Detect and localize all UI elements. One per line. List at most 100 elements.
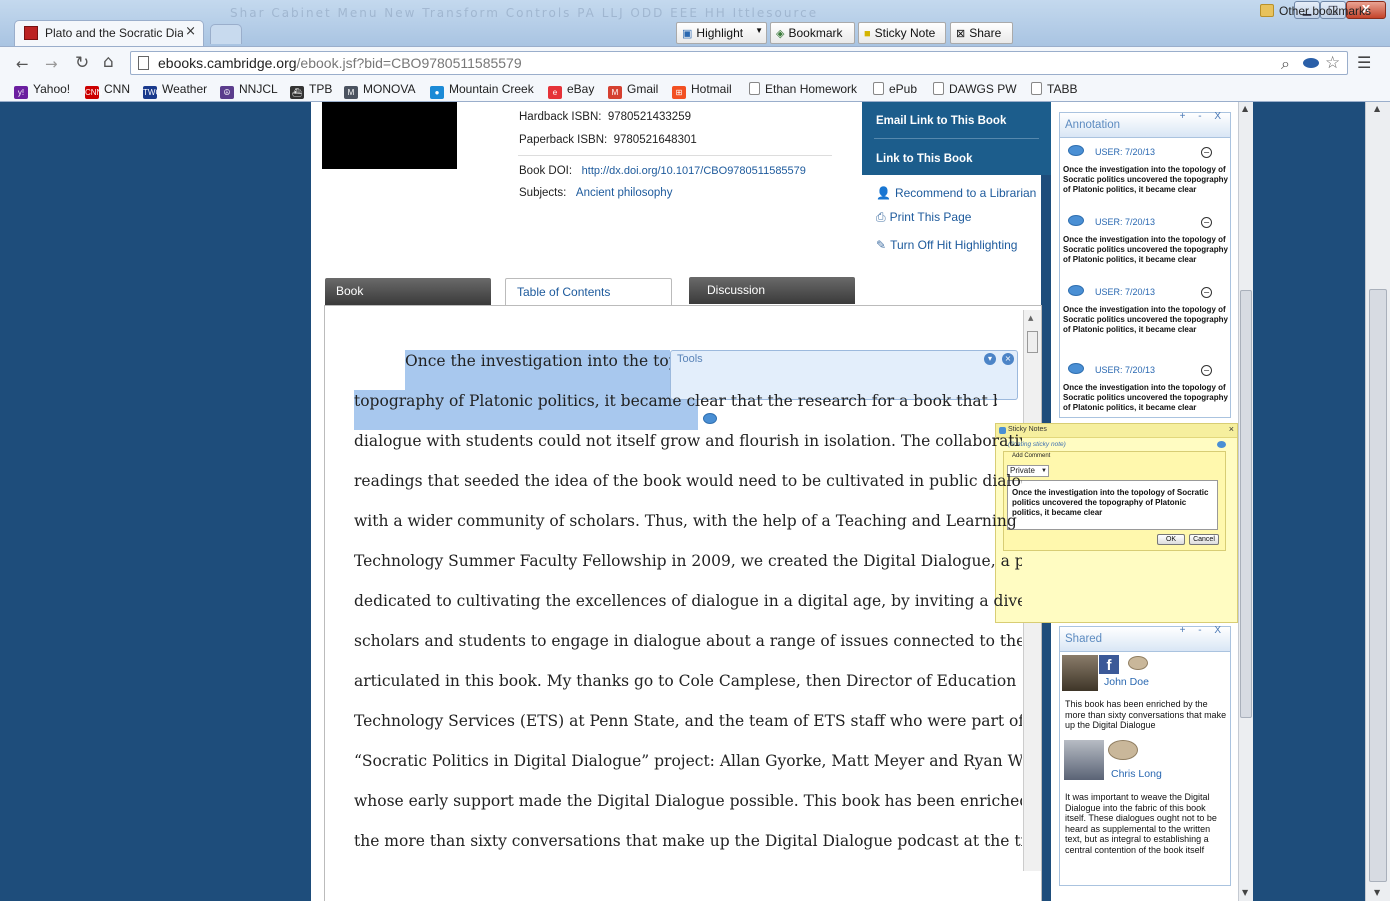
bookmark-item[interactable]: ● Mountain Creek: [430, 82, 534, 99]
annotation-user[interactable]: USER: 7/20/13: [1095, 217, 1155, 227]
bookmark-button[interactable]: ◈ Bookmark: [770, 22, 855, 44]
tab-table-of-contents[interactable]: Table of Contents: [505, 278, 672, 305]
scrollbar-thumb[interactable]: [1027, 331, 1038, 353]
panel-controls[interactable]: + - X: [1180, 111, 1226, 122]
scroll-down-arrow-icon[interactable]: ▼: [1242, 888, 1248, 897]
bookmark-item[interactable]: ePub: [873, 82, 917, 96]
bookmark-label: ePub: [889, 82, 918, 96]
annotation-user[interactable]: USER: 7/20/13: [1095, 365, 1155, 375]
text-line: “Socratic Politics in Digital Dialogue” …: [354, 752, 1022, 770]
highlight-button[interactable]: ▣ Highlight ▼: [676, 22, 767, 44]
shared-user-name[interactable]: John Doe: [1104, 676, 1149, 688]
speech-bubble-icon[interactable]: [1128, 656, 1148, 670]
remove-annotation-icon[interactable]: −: [1201, 147, 1212, 158]
add-comment-label: Add Comment: [1012, 453, 1051, 459]
bookmark-item[interactable]: ⊞ Hotmail: [672, 82, 732, 99]
recommend-link[interactable]: 👤 Recommend to a Librarian: [876, 186, 1036, 200]
shared-user-name[interactable]: Chris Long: [1111, 768, 1162, 780]
other-bookmarks-link[interactable]: Other bookmarks: [1260, 4, 1371, 18]
cnn-icon: CNN: [85, 86, 103, 99]
tab-discussion[interactable]: Discussion: [689, 277, 855, 304]
extension-icon[interactable]: [1303, 58, 1319, 68]
bookmark-label: Mountain Creek: [449, 82, 534, 96]
annotation-user[interactable]: USER: 7/20/13: [1095, 287, 1155, 297]
bookmark-label: TABB: [1047, 82, 1078, 96]
annotation-user[interactable]: USER: 7/20/13: [1095, 147, 1155, 157]
remove-annotation-icon[interactable]: −: [1201, 287, 1212, 298]
scroll-down-arrow-icon[interactable]: ▼: [1374, 888, 1380, 897]
scroll-up-arrow-icon[interactable]: ▲: [1374, 104, 1380, 113]
panel-controls[interactable]: + - X: [1180, 625, 1226, 636]
hit-highlight-label: Turn Off Hit Highlighting: [890, 238, 1018, 252]
search-icon[interactable]: ⌕: [1281, 54, 1290, 74]
sticky-close-icon[interactable]: ×: [1229, 424, 1234, 434]
page-icon: [873, 82, 884, 95]
sticky-note-button[interactable]: ■ Sticky Note: [858, 22, 946, 44]
reload-icon[interactable]: ↻: [75, 53, 89, 73]
remove-annotation-icon[interactable]: −: [1201, 217, 1212, 228]
share-label: Share: [969, 26, 1002, 40]
star-icon[interactable]: ☆: [1325, 53, 1340, 73]
annotation-bubble-icon[interactable]: [1068, 215, 1084, 226]
panel-scrollbar[interactable]: ▲ ▼: [1238, 102, 1253, 901]
share-button[interactable]: ⊠ Share: [950, 22, 1013, 44]
scroll-up-arrow-icon[interactable]: ▲: [1028, 314, 1033, 322]
scrollbar-thumb[interactable]: [1369, 289, 1387, 882]
bookmark-item[interactable]: DAWGS PW: [933, 82, 1017, 96]
address-bar[interactable]: ebooks.cambridge.org/ebook.jsf?bid=CBO97…: [130, 51, 1348, 75]
highlight-label: Highlight: [696, 26, 744, 40]
bookmark-item[interactable]: y! Yahoo!: [14, 82, 70, 99]
bookmark-item[interactable]: CNN CNN: [85, 82, 130, 99]
annotation-bubble-icon[interactable]: [1068, 363, 1084, 374]
annotation-bubble-icon[interactable]: [1068, 285, 1084, 296]
bookmark-item[interactable]: ☮ NNJCL: [220, 82, 278, 99]
bookmark-item[interactable]: M MONOVA: [344, 82, 415, 99]
home-icon[interactable]: ⌂: [103, 52, 114, 72]
dropdown-arrow-icon[interactable]: ▼: [755, 26, 763, 35]
page-scrollbar[interactable]: ▲ ▼: [1365, 102, 1390, 901]
browser-tab-active[interactable]: Plato and the Socratic Dial ×: [14, 20, 204, 46]
menu-icon[interactable]: ☰: [1357, 53, 1371, 72]
ok-button[interactable]: OK: [1157, 534, 1185, 545]
page-icon: [1031, 82, 1042, 95]
cancel-button[interactable]: Cancel: [1189, 534, 1219, 545]
scrollbar-thumb[interactable]: [1240, 290, 1252, 718]
remove-annotation-icon[interactable]: −: [1201, 365, 1212, 376]
paperback-isbn: 9780521648301: [613, 134, 697, 146]
text-line: the more than sixty conversations that m…: [354, 832, 1022, 850]
tab-close-icon[interactable]: ×: [185, 24, 196, 39]
hit-highlight-link[interactable]: ✎ Turn Off Hit Highlighting: [876, 238, 1017, 252]
avatar[interactable]: [1062, 655, 1098, 691]
facebook-icon[interactable]: f: [1099, 655, 1119, 674]
bookmark-item[interactable]: TABB: [1031, 82, 1077, 96]
book-cover-image[interactable]: [322, 102, 457, 169]
browser-toolbar: ← → ↻ ⌂ ebooks.cambridge.org/ebook.jsf?b…: [0, 46, 1390, 78]
back-arrow-icon[interactable]: ←: [16, 55, 29, 73]
scroll-up-arrow-icon[interactable]: ▲: [1242, 104, 1248, 113]
link-book-button[interactable]: Link to This Book: [876, 153, 972, 165]
bookmark-item[interactable]: M Gmail: [608, 82, 658, 99]
collapse-icon[interactable]: ▾: [984, 353, 996, 365]
ebay-icon: e: [548, 86, 562, 99]
bookmark-item[interactable]: TWCWeather: [143, 82, 207, 99]
bookmark-item[interactable]: ⛴ TPB: [290, 82, 332, 99]
email-link-button[interactable]: Email Link to This Book: [876, 115, 1006, 127]
print-link[interactable]: ⎙ Print This Page: [876, 210, 971, 225]
tab-book[interactable]: Book: [325, 278, 491, 305]
subject-link[interactable]: Ancient philosophy: [576, 187, 673, 199]
avatar[interactable]: [1064, 740, 1104, 780]
forward-arrow-icon[interactable]: →: [45, 55, 58, 73]
speech-bubble-icon[interactable]: [1108, 740, 1138, 760]
doi-link[interactable]: http://dx.doi.org/10.1017/CBO97805115855…: [582, 165, 806, 177]
new-tab-button[interactable]: [210, 24, 242, 44]
close-icon[interactable]: ×: [1002, 353, 1014, 365]
annotation-marker-icon[interactable]: [703, 413, 717, 424]
wand-icon: ✎: [876, 238, 887, 252]
bookmark-icon: ◈: [776, 28, 785, 40]
comment-textarea[interactable]: Once the investigation into the topology…: [1007, 480, 1218, 530]
bookmark-item[interactable]: Ethan Homework: [749, 82, 857, 96]
subjects-label: Subjects:: [519, 187, 567, 199]
bookmark-item[interactable]: e eBay: [548, 82, 594, 99]
annotation-bubble-icon[interactable]: [1068, 145, 1084, 156]
comment-icon[interactable]: [1217, 441, 1226, 448]
